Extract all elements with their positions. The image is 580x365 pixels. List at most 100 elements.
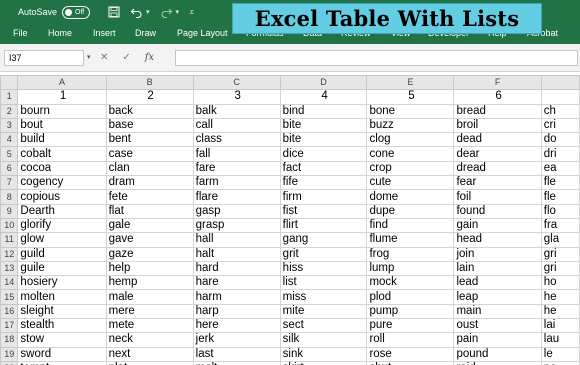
cell[interactable]: sink — [279, 346, 368, 362]
cell[interactable]: bind — [279, 103, 368, 119]
cell[interactable]: hemp — [105, 275, 194, 291]
cell[interactable]: 2 — [105, 89, 194, 105]
cell[interactable]: 3 — [192, 89, 281, 105]
cell[interactable]: fact — [279, 160, 368, 177]
cell[interactable]: 1 — [17, 89, 107, 105]
cell[interactable]: find — [366, 217, 455, 234]
cell[interactable]: clan — [105, 160, 194, 177]
cell[interactable]: le — [540, 346, 580, 362]
cell[interactable]: here — [192, 318, 281, 334]
cell[interactable]: gla — [540, 232, 580, 248]
cell[interactable]: join — [453, 246, 542, 262]
cell[interactable]: lead — [453, 275, 542, 291]
cell[interactable]: frog — [366, 246, 455, 262]
tab-home[interactable]: Home — [48, 28, 72, 38]
select-all-corner[interactable] — [0, 74, 19, 91]
cell[interactable]: bite — [279, 117, 368, 134]
cell[interactable]: flat — [105, 203, 194, 219]
cell[interactable]: roll — [366, 332, 455, 348]
column-header[interactable]: D — [279, 74, 368, 91]
cell[interactable]: lump — [366, 260, 455, 277]
cell[interactable]: dome — [366, 189, 455, 205]
cell[interactable]: pe — [540, 360, 580, 365]
cell[interactable]: dice — [279, 146, 368, 162]
row-header[interactable]: 15 — [0, 289, 19, 305]
cell[interactable]: bourn — [17, 103, 107, 119]
cell[interactable]: halt — [192, 246, 281, 262]
row-header[interactable]: 1 — [0, 89, 19, 105]
cell[interactable]: ea — [540, 160, 580, 177]
cell[interactable]: bent — [105, 132, 194, 148]
cell[interactable]: found — [453, 203, 542, 219]
enter-icon[interactable]: ✓ — [122, 52, 130, 63]
cell[interactable]: gale — [105, 217, 194, 234]
undo-dropdown-icon[interactable]: ▾ — [146, 8, 150, 16]
cell[interactable]: mite — [279, 303, 368, 320]
cell[interactable]: copious — [17, 189, 107, 205]
cell[interactable]: back — [105, 103, 194, 119]
cell[interactable]: glorify — [17, 217, 107, 234]
cell[interactable]: mere — [105, 303, 194, 320]
column-header[interactable]: C — [192, 74, 281, 91]
cell[interactable]: main — [453, 303, 542, 320]
cell[interactable]: cone — [366, 146, 455, 162]
column-header[interactable]: A — [17, 74, 107, 91]
row-header[interactable]: 17 — [0, 318, 19, 334]
cell[interactable]: molten — [17, 289, 107, 305]
row-header[interactable]: 20 — [0, 360, 19, 365]
row-header[interactable]: 18 — [0, 332, 19, 348]
cell[interactable]: buzz — [366, 117, 455, 134]
autosave-toggle[interactable]: Off — [62, 5, 91, 19]
cell[interactable]: stealth — [17, 318, 107, 334]
row-header[interactable]: 14 — [0, 275, 19, 291]
cell[interactable]: rose — [366, 346, 455, 362]
cell[interactable]: tempt — [17, 360, 107, 365]
row-header[interactable]: 2 — [0, 103, 19, 119]
cell[interactable]: last — [192, 346, 281, 362]
row-header[interactable]: 7 — [0, 175, 19, 191]
tab-draw[interactable]: Draw — [135, 28, 156, 38]
cell[interactable]: he — [540, 289, 580, 305]
cell[interactable]: gain — [453, 217, 542, 234]
cell[interactable]: fare — [192, 160, 281, 177]
row-header[interactable]: 4 — [0, 132, 19, 148]
cell[interactable]: flare — [192, 189, 281, 205]
cell[interactable]: farm — [192, 175, 281, 191]
cell[interactable]: plod — [366, 289, 455, 305]
redo-icon[interactable] — [160, 6, 173, 18]
cell[interactable]: 5 — [366, 89, 455, 105]
cell[interactable]: Dearth — [17, 203, 107, 219]
row-header[interactable]: 6 — [0, 160, 19, 177]
cell[interactable]: miss — [279, 289, 368, 305]
cell[interactable]: lain — [453, 260, 542, 277]
cell[interactable]: grasp — [192, 217, 281, 234]
cell[interactable]: base — [105, 117, 194, 134]
cell[interactable]: flume — [366, 232, 455, 248]
cell[interactable] — [540, 89, 580, 105]
autosave-control[interactable]: AutoSave Off — [18, 5, 91, 19]
cell[interactable]: do — [540, 132, 580, 148]
cell[interactable]: clog — [366, 132, 455, 148]
customize-toolbar-icon[interactable]: ⩡ — [189, 7, 194, 18]
cell[interactable]: head — [453, 232, 542, 248]
cell[interactable]: dupe — [366, 203, 455, 219]
cell[interactable]: malt — [192, 360, 281, 365]
cell[interactable]: sleight — [17, 303, 107, 320]
cell[interactable]: gave — [105, 232, 194, 248]
cell[interactable]: silk — [279, 332, 368, 348]
cell[interactable]: glow — [17, 232, 107, 248]
cell[interactable]: gang — [279, 232, 368, 248]
cell[interactable]: bone — [366, 103, 455, 119]
cell[interactable]: class — [192, 132, 281, 148]
row-header[interactable]: 13 — [0, 260, 19, 277]
column-header[interactable] — [540, 74, 580, 91]
cell[interactable]: neck — [105, 332, 194, 348]
cell[interactable]: fist — [279, 203, 368, 219]
row-header[interactable]: 19 — [0, 346, 19, 362]
column-header[interactable]: F — [453, 74, 542, 91]
cell[interactable]: build — [17, 132, 107, 148]
cell[interactable]: cobalt — [17, 146, 107, 162]
cell[interactable]: shut — [366, 360, 455, 365]
row-header[interactable]: 9 — [0, 203, 19, 219]
cell[interactable]: case — [105, 146, 194, 162]
